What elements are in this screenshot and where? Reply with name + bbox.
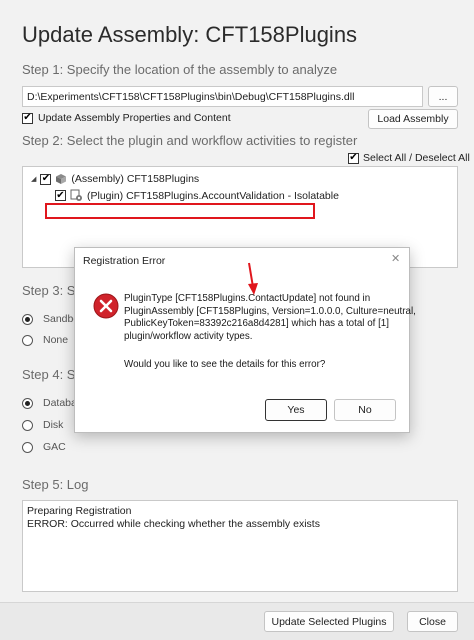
assembly-cube-icon xyxy=(56,174,67,184)
disk-radio[interactable] xyxy=(22,419,33,431)
footer-bar xyxy=(0,602,474,640)
plugin-gear-icon xyxy=(70,189,82,201)
plugin-node-label: (Plugin) CFT158Plugins.AccountValidation… xyxy=(87,189,339,202)
update-props-label: Update Assembly Properties and Content xyxy=(38,112,231,124)
database-radio[interactable] xyxy=(22,397,33,409)
log-line: Preparing Registration xyxy=(27,505,132,517)
close-button[interactable]: Close xyxy=(407,611,458,632)
no-button[interactable]: No xyxy=(334,399,396,421)
disk-label: Disk xyxy=(43,419,64,431)
none-label: None xyxy=(43,334,69,346)
sandbox-radio[interactable] xyxy=(22,313,33,325)
message-line: PluginAssembly [CFT158Plugins, Version=1… xyxy=(124,305,416,317)
log-textarea[interactable]: Preparing Registration ERROR: Occurred w… xyxy=(22,500,458,592)
update-props-row[interactable]: ✔ Update Assembly Properties and Content xyxy=(22,112,231,124)
plugin-checkbox[interactable]: ✔ xyxy=(55,190,66,201)
log-line: ERROR: Occurred while checking whether t… xyxy=(27,518,320,530)
select-all-checkbox[interactable]: ✔ xyxy=(348,152,359,164)
annotation-arrow-icon xyxy=(248,262,258,295)
window-title: Update Assembly: CFT158Plugins xyxy=(22,22,358,47)
tree-expand-icon[interactable]: ◢ xyxy=(31,175,36,183)
load-assembly-button[interactable]: Load Assembly xyxy=(368,109,458,129)
message-line: PluginType [CFT158Plugins.ContactUpdate]… xyxy=(124,293,371,304)
update-props-checkbox[interactable]: ✔ xyxy=(22,112,33,124)
step1-label: Step 1: Specify the location of the asse… xyxy=(22,62,338,77)
select-all-label: Select All / Deselect All xyxy=(363,152,470,164)
location-option-database[interactable]: Databa xyxy=(22,397,77,409)
isolation-option-sandbox[interactable]: Sandbo xyxy=(22,313,79,325)
update-selected-plugins-button[interactable]: Update Selected Plugins xyxy=(264,611,394,632)
browse-button[interactable]: ... xyxy=(428,86,458,107)
dialog-question: Would you like to see the details for th… xyxy=(124,359,326,370)
assembly-checkbox[interactable]: ✔ xyxy=(40,173,52,185)
annotation-highlight-box xyxy=(45,203,315,219)
select-all-row[interactable]: ✔ Select All / Deselect All xyxy=(348,152,470,164)
message-line: PublicKeyToken=83392c216a8d4281] which h… xyxy=(124,318,389,329)
dialog-message: PluginType [CFT158Plugins.ContactUpdate]… xyxy=(124,293,416,343)
location-option-gac[interactable]: GAC xyxy=(22,441,66,453)
step5-label: Step 5: Log xyxy=(22,477,89,492)
assembly-path-input[interactable]: D:\Experiments\CFT158\CFT158Plugins\bin\… xyxy=(22,86,423,107)
tree-node-plugin[interactable]: ✔ (Plugin) CFT158Plugins.AccountValidati… xyxy=(55,189,339,202)
none-radio[interactable] xyxy=(22,334,33,346)
location-option-disk[interactable]: Disk xyxy=(22,419,63,431)
database-label: Databa xyxy=(43,397,77,409)
gac-label: GAC xyxy=(43,441,66,453)
tree-node-assembly[interactable]: ◢ ✔ (Assembly) CFT158Plugins xyxy=(31,173,199,185)
yes-button[interactable]: Yes xyxy=(265,399,327,421)
dialog-close-icon[interactable]: ✕ xyxy=(391,252,400,265)
message-line: plugin/workflow activity types. xyxy=(124,330,253,342)
gac-radio[interactable] xyxy=(22,441,33,453)
step2-label: Step 2: Select the plugin and workflow a… xyxy=(22,133,358,148)
isolation-option-none[interactable]: None xyxy=(22,334,68,346)
assembly-node-label: (Assembly) CFT158Plugins xyxy=(71,173,200,185)
dialog-title: Registration Error xyxy=(83,255,166,267)
error-icon xyxy=(93,293,119,319)
